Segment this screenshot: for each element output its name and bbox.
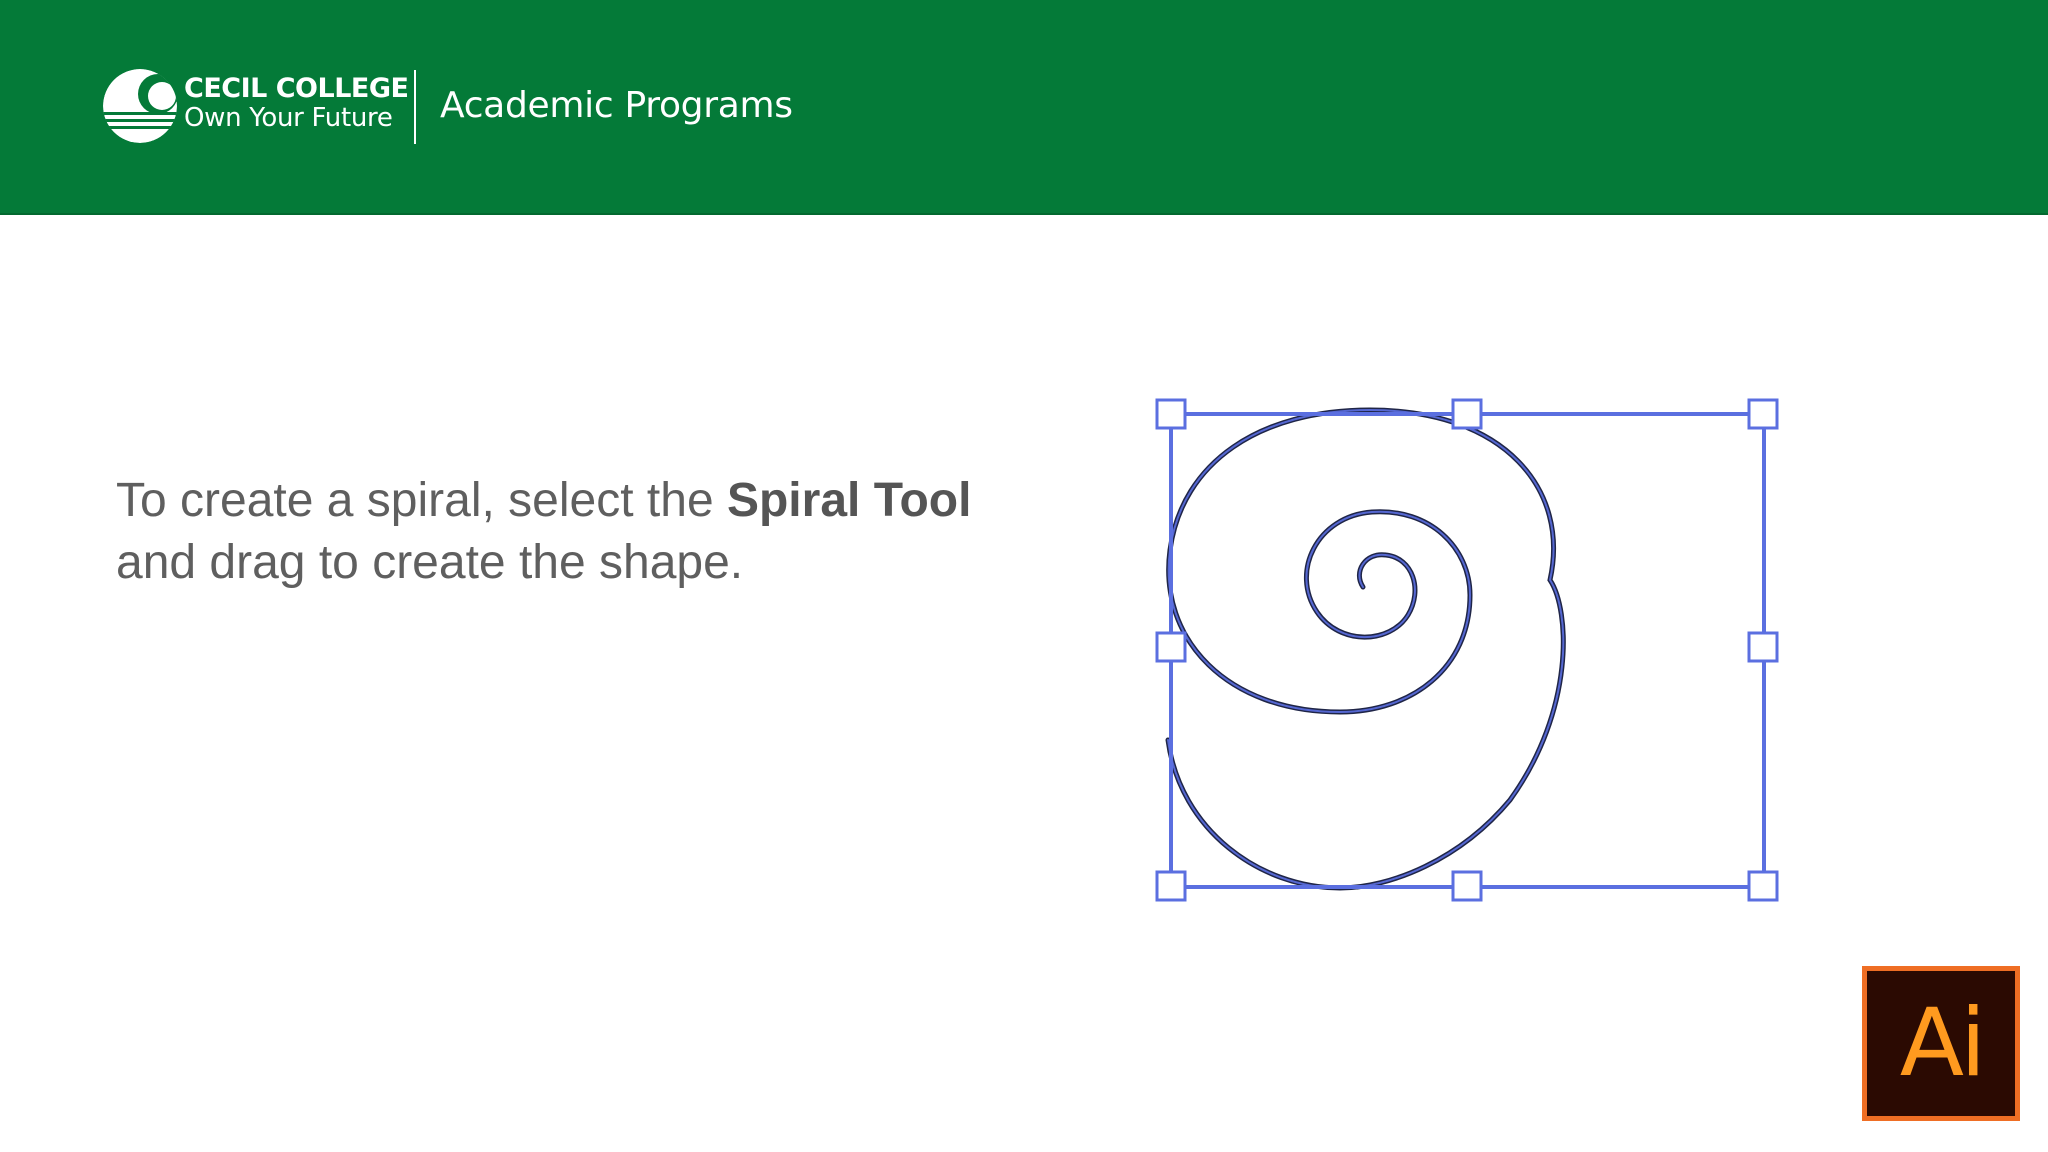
spiral-illustration bbox=[1155, 398, 1779, 902]
handle-middle-left[interactable] bbox=[1155, 631, 1187, 663]
slide: CECIL COLLEGE Own Your Future Academic P… bbox=[0, 0, 2048, 1152]
handle-top-center[interactable] bbox=[1451, 398, 1483, 430]
handle-top-right[interactable] bbox=[1747, 398, 1779, 430]
section-title: Academic Programs bbox=[440, 85, 793, 126]
header-bar: CECIL COLLEGE Own Your Future Academic P… bbox=[0, 0, 2048, 215]
tool-name: Spiral Tool bbox=[726, 474, 972, 527]
handle-top-left[interactable] bbox=[1155, 398, 1187, 430]
instruction-part2: and drag to create the shape. bbox=[116, 536, 744, 589]
brand-tagline: Own Your Future bbox=[184, 103, 393, 133]
handle-middle-right[interactable] bbox=[1747, 631, 1779, 663]
adobe-illustrator-icon: Ai bbox=[1862, 966, 2020, 1121]
instruction-text: To create a spiral, select the Spiral To… bbox=[116, 470, 1076, 594]
instruction-part1: To create a spiral, select the bbox=[116, 474, 727, 527]
handle-bottom-left[interactable] bbox=[1155, 870, 1187, 902]
header-divider bbox=[414, 70, 416, 144]
spiral-path bbox=[1165, 407, 1566, 891]
brand-name: CECIL COLLEGE bbox=[184, 73, 409, 104]
selection-path-highlight bbox=[1167, 408, 1565, 890]
handle-bottom-center[interactable] bbox=[1451, 870, 1483, 902]
handle-bottom-right[interactable] bbox=[1747, 870, 1779, 902]
bounding-box bbox=[1169, 412, 1766, 889]
cecil-college-logo-icon bbox=[103, 69, 177, 143]
brand-block: CECIL COLLEGE Own Your Future bbox=[184, 73, 409, 133]
